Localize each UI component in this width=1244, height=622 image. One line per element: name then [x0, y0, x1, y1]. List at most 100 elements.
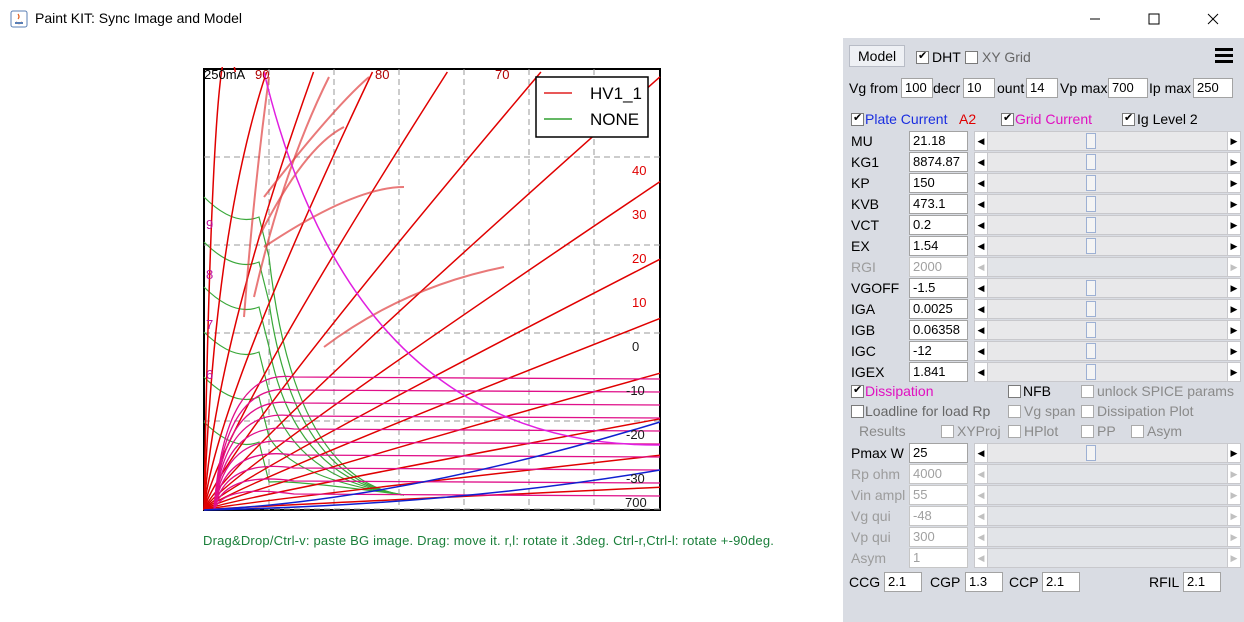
- slider-right-arrow-icon[interactable]: ▶: [1227, 363, 1240, 381]
- slider-left-arrow-icon[interactable]: ◀: [975, 486, 988, 504]
- slider-right-arrow-icon[interactable]: ▶: [1227, 258, 1240, 276]
- param-igb-slider[interactable]: ◀ ▶: [974, 320, 1241, 340]
- lower-vin-ampl-field[interactable]: 55: [909, 485, 968, 505]
- slider-left-arrow-icon[interactable]: ◀: [975, 528, 988, 546]
- model-button[interactable]: Model: [849, 45, 906, 67]
- dissipation-plot-checkbox[interactable]: [1081, 405, 1094, 418]
- lower-rp-ohm-field[interactable]: 4000: [909, 464, 968, 484]
- lower-pmax-w-slider[interactable]: ◀ ▶: [974, 443, 1241, 463]
- param-igex-field[interactable]: 1.841: [909, 362, 968, 382]
- plate-curves-plot[interactable]: 9080706050403020100-10-20-309876700 HV1_…: [200, 49, 663, 517]
- loadline-checkbox[interactable]: [851, 405, 864, 418]
- slider-thumb[interactable]: [1086, 154, 1097, 170]
- param-ex-field[interactable]: 1.54: [909, 236, 968, 256]
- lower-rp-ohm-slider[interactable]: ◀ ▶: [974, 464, 1241, 484]
- param-igex-slider[interactable]: ◀ ▶: [974, 362, 1241, 382]
- slider-thumb[interactable]: [1086, 133, 1097, 149]
- lower-asym-slider[interactable]: ◀ ▶: [974, 548, 1241, 568]
- param-kp-field[interactable]: 150: [909, 173, 968, 193]
- slider-left-arrow-icon[interactable]: ◀: [975, 363, 988, 381]
- minimize-button[interactable]: [1072, 0, 1118, 38]
- plot-canvas[interactable]: 9080706050403020100-10-20-309876700 HV1_…: [200, 49, 663, 517]
- slider-thumb[interactable]: [1086, 301, 1097, 317]
- lower-vin-ampl-slider[interactable]: ◀ ▶: [974, 485, 1241, 505]
- param-rgi-slider[interactable]: ◀ ▶: [974, 257, 1241, 277]
- slider-right-arrow-icon[interactable]: ▶: [1227, 300, 1240, 318]
- param-kp-slider[interactable]: ◀ ▶: [974, 173, 1241, 193]
- param-igb-field[interactable]: 0.06358: [909, 320, 968, 340]
- slider-left-arrow-icon[interactable]: ◀: [975, 321, 988, 339]
- slider-right-arrow-icon[interactable]: ▶: [1227, 528, 1240, 546]
- menu-button[interactable]: [1213, 46, 1235, 64]
- decr-field[interactable]: 10: [963, 78, 995, 98]
- vg-from-field[interactable]: 100: [901, 78, 933, 98]
- slider-left-arrow-icon[interactable]: ◀: [975, 300, 988, 318]
- slider-left-arrow-icon[interactable]: ◀: [975, 465, 988, 483]
- ig-level2-checkbox[interactable]: [1122, 111, 1135, 126]
- rfil-field[interactable]: 2.1: [1183, 572, 1221, 592]
- ip-max-field[interactable]: 250: [1193, 78, 1233, 98]
- slider-left-arrow-icon[interactable]: ◀: [975, 174, 988, 192]
- slider-right-arrow-icon[interactable]: ▶: [1227, 549, 1240, 567]
- slider-right-arrow-icon[interactable]: ▶: [1227, 342, 1240, 360]
- pp-checkbox[interactable]: [1081, 425, 1094, 438]
- slider-left-arrow-icon[interactable]: ◀: [975, 549, 988, 567]
- slider-thumb[interactable]: [1086, 280, 1097, 296]
- vp-max-field[interactable]: 700: [1108, 78, 1148, 98]
- canvas-area[interactable]: 9080706050403020100-10-20-309876700 HV1_…: [0, 38, 843, 622]
- maximize-button[interactable]: [1131, 0, 1177, 38]
- slider-left-arrow-icon[interactable]: ◀: [975, 195, 988, 213]
- dht-checkbox[interactable]: [916, 49, 929, 64]
- param-vgoff-field[interactable]: -1.5: [909, 278, 968, 298]
- param-rgi-field[interactable]: 2000: [909, 257, 968, 277]
- slider-left-arrow-icon[interactable]: ◀: [975, 153, 988, 171]
- hplot-checkbox[interactable]: [1008, 425, 1021, 438]
- param-ex-slider[interactable]: ◀ ▶: [974, 236, 1241, 256]
- slider-left-arrow-icon[interactable]: ◀: [975, 216, 988, 234]
- slider-thumb[interactable]: [1086, 217, 1097, 233]
- slider-thumb[interactable]: [1086, 364, 1097, 380]
- slider-thumb[interactable]: [1086, 238, 1097, 254]
- slider-thumb[interactable]: [1086, 445, 1097, 461]
- param-mu-field[interactable]: 21.18: [909, 131, 968, 151]
- ccg-field[interactable]: 2.1: [884, 572, 922, 592]
- xygrid-checkbox[interactable]: [965, 51, 978, 64]
- slider-right-arrow-icon[interactable]: ▶: [1227, 132, 1240, 150]
- param-vct-slider[interactable]: ◀ ▶: [974, 215, 1241, 235]
- lower-asym-field[interactable]: 1: [909, 548, 968, 568]
- close-button[interactable]: [1190, 0, 1236, 38]
- count-field[interactable]: 14: [1026, 78, 1058, 98]
- param-vgoff-slider[interactable]: ◀ ▶: [974, 278, 1241, 298]
- slider-right-arrow-icon[interactable]: ▶: [1227, 153, 1240, 171]
- slider-right-arrow-icon[interactable]: ▶: [1227, 465, 1240, 483]
- nfb-checkbox[interactable]: [1008, 385, 1021, 398]
- slider-left-arrow-icon[interactable]: ◀: [975, 279, 988, 297]
- grid-current-checkbox[interactable]: [1001, 111, 1014, 126]
- lower-pmax-w-field[interactable]: 25: [909, 443, 968, 463]
- slider-right-arrow-icon[interactable]: ▶: [1227, 237, 1240, 255]
- slider-left-arrow-icon[interactable]: ◀: [975, 237, 988, 255]
- lower-vg-qui-field[interactable]: -48: [909, 506, 968, 526]
- asym-checkbox[interactable]: [1131, 425, 1144, 438]
- slider-right-arrow-icon[interactable]: ▶: [1227, 216, 1240, 234]
- param-kg1-slider[interactable]: ◀ ▶: [974, 152, 1241, 172]
- slider-thumb[interactable]: [1086, 175, 1097, 191]
- param-kg1-field[interactable]: 8874.87: [909, 152, 968, 172]
- slider-thumb[interactable]: [1086, 343, 1097, 359]
- results-button[interactable]: Results: [859, 423, 906, 439]
- slider-left-arrow-icon[interactable]: ◀: [975, 258, 988, 276]
- vg-span-checkbox[interactable]: [1008, 405, 1021, 418]
- param-igc-slider[interactable]: ◀ ▶: [974, 341, 1241, 361]
- slider-right-arrow-icon[interactable]: ▶: [1227, 279, 1240, 297]
- lower-vp-qui-field[interactable]: 300: [909, 527, 968, 547]
- slider-left-arrow-icon[interactable]: ◀: [975, 507, 988, 525]
- param-igc-field[interactable]: -12: [909, 341, 968, 361]
- param-kvb-slider[interactable]: ◀ ▶: [974, 194, 1241, 214]
- xyproj-checkbox[interactable]: [941, 425, 954, 438]
- param-mu-slider[interactable]: ◀ ▶: [974, 131, 1241, 151]
- slider-right-arrow-icon[interactable]: ▶: [1227, 174, 1240, 192]
- plate-current-checkbox[interactable]: [851, 111, 864, 126]
- cgp-field[interactable]: 1.3: [965, 572, 1003, 592]
- param-vct-field[interactable]: 0.2: [909, 215, 968, 235]
- lower-vp-qui-slider[interactable]: ◀ ▶: [974, 527, 1241, 547]
